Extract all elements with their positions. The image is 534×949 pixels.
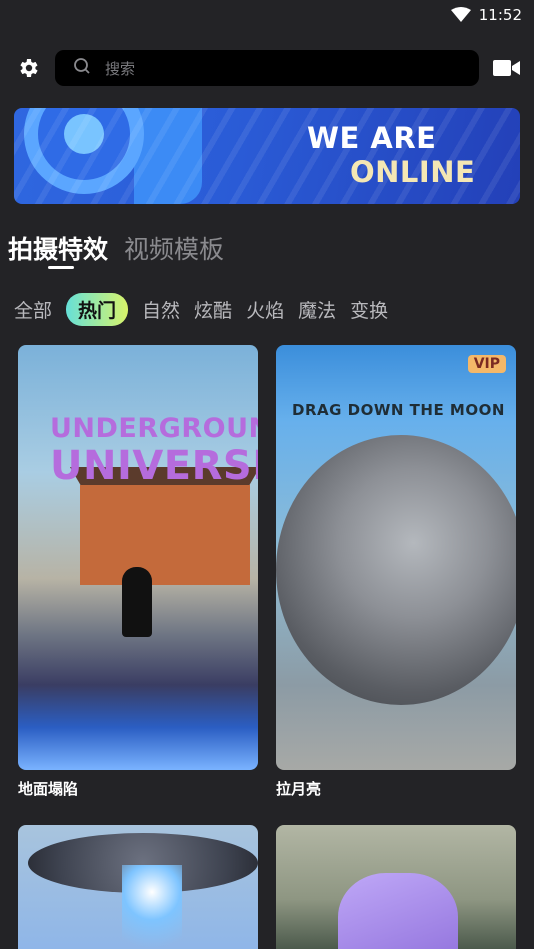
ufo-beam [122,865,182,949]
card-title: 地面塌陷 [18,780,79,798]
chip-hot[interactable]: 热门 [66,293,129,326]
status-time: 11:52 [478,6,522,24]
top-bar: 搜索 [0,50,534,86]
tab-effects[interactable]: 拍摄特效 [8,230,108,266]
effect-card[interactable]: UNDERGROUND UNIVERSE 地面塌陷 [18,345,258,799]
card-overlay-line1: DRAG DOWN THE MOON [292,401,505,419]
category-chips: 全部 热门 自然 炫酷 火焰 魔法 变换 [14,292,388,327]
search-input[interactable]: 搜索 [55,50,479,86]
temple-building [80,485,250,585]
wifi-icon [450,7,471,23]
chip-fire[interactable]: 火焰 [246,292,284,327]
effect-card[interactable]: DRAG DOWN THE MOON VIP 拉月亮 [276,345,516,799]
chip-cool[interactable]: 炫酷 [194,292,232,327]
status-bar: 11:52 [0,0,534,30]
banner-title-line1: WE ARE [307,121,437,155]
card-overlay-line2: UNIVERSE [50,443,258,489]
gear-icon[interactable] [16,56,40,80]
person-figure [122,567,152,637]
video-camera-icon[interactable] [493,58,520,78]
chip-all[interactable]: 全部 [14,292,52,327]
effect-thumbnail[interactable]: DRAG DOWN THE MOON VIP [276,345,516,770]
tab-templates[interactable]: 视频模板 [124,230,224,266]
effect-thumbnail[interactable] [276,825,516,949]
chip-transform[interactable]: 变换 [350,292,388,327]
crystal-head-image [338,873,458,949]
moon-image [276,435,516,705]
search-icon [73,57,91,79]
chip-magic[interactable]: 魔法 [298,292,336,327]
card-title: 拉月亮 [276,780,322,798]
banner-title-line2: ONLINE [350,155,476,189]
chip-nature[interactable]: 自然 [142,292,180,327]
effect-thumbnail[interactable] [18,825,258,949]
main-tabs: 拍摄特效 视频模板 [8,230,224,266]
vip-badge: VIP [467,355,506,373]
search-placeholder: 搜索 [105,59,136,78]
effect-thumbnail[interactable]: UNDERGROUND UNIVERSE [18,345,258,770]
tab-active-indicator [48,266,74,269]
card-overlay-line1: UNDERGROUND [50,413,258,444]
